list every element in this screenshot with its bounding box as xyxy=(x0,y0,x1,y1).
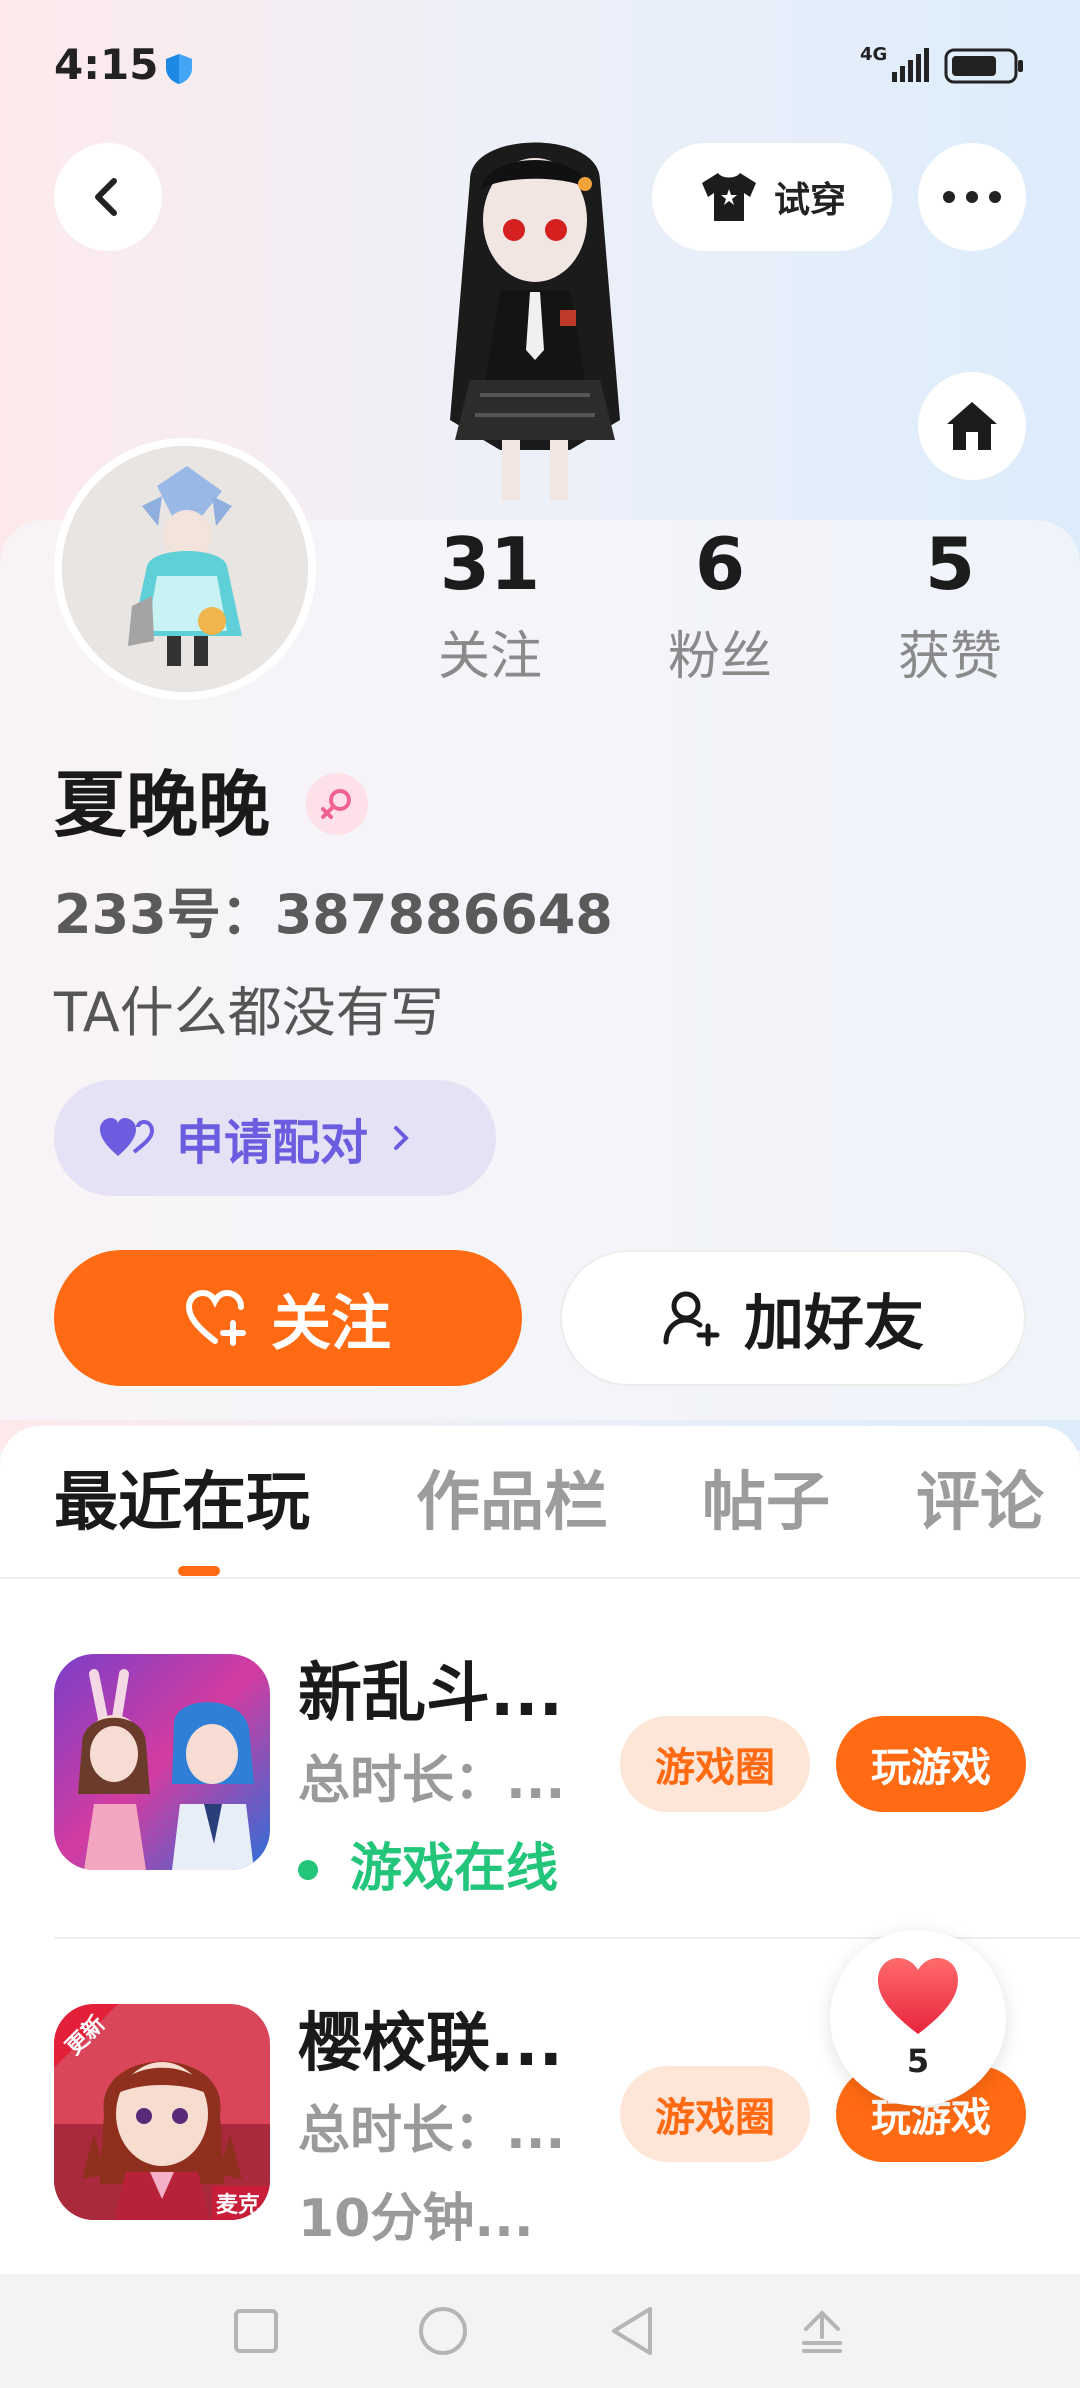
avatar[interactable] xyxy=(54,438,316,700)
back-triangle-icon[interactable] xyxy=(608,2305,656,2357)
game-cover-image: 更新 麦克 xyxy=(54,2004,270,2220)
hearts-icon xyxy=(100,1118,154,1156)
shield-icon xyxy=(166,54,192,84)
more-button[interactable] xyxy=(918,143,1026,251)
stat-label: 关注 xyxy=(437,627,542,687)
try-on-label: 试穿 xyxy=(773,180,846,221)
game-icon[interactable] xyxy=(54,1654,270,1870)
stat-value: 5 xyxy=(924,522,976,606)
nickname: 夏晚晚 xyxy=(54,763,271,847)
tab-posts[interactable]: 帖子 xyxy=(702,1460,830,1546)
mic-badge-text: 麦克 xyxy=(216,2192,260,2218)
follow-label: 关注 xyxy=(271,1288,391,1359)
user-id: 233号：387886648 xyxy=(54,883,613,946)
request-pair-label: 申请配对 xyxy=(176,1115,369,1171)
recent-apps-icon[interactable] xyxy=(233,2308,279,2354)
game-online-status: 游戏在线 xyxy=(298,1834,558,1904)
game-duration: 总时长：... xyxy=(298,1751,566,1811)
more-dots-icon xyxy=(943,191,1001,203)
game-play-time: 10分钟... xyxy=(298,2189,534,2249)
game-circle-button[interactable]: 游戏圈 xyxy=(620,1716,810,1812)
bio: TA什么都没有写 xyxy=(54,981,444,1044)
play-game-button[interactable]: 玩游戏 xyxy=(836,1716,1026,1812)
avatar-character-image xyxy=(450,142,620,500)
floating-like-button[interactable]: 5 xyxy=(830,1930,1006,2106)
game-circle-button[interactable]: 游戏圈 xyxy=(620,2066,810,2162)
chevron-right-icon xyxy=(394,1126,409,1150)
status-bar: 4:15 4G xyxy=(0,0,1080,130)
keyboard-toggle-icon[interactable] xyxy=(800,2307,844,2355)
request-pair-button[interactable]: 申请配对 xyxy=(54,1080,496,1196)
stat-value: 6 xyxy=(694,522,746,606)
active-tab-indicator xyxy=(178,1566,220,1576)
add-user-icon xyxy=(663,1291,720,1347)
stat-label: 粉丝 xyxy=(667,627,772,687)
game-icon[interactable]: 更新 麦克 xyxy=(54,2004,270,2220)
home-icon xyxy=(947,402,997,450)
status-time: 4:15 xyxy=(54,40,159,89)
chevron-left-icon xyxy=(95,178,117,216)
home-circle-icon[interactable] xyxy=(417,2305,469,2357)
network-label: 4G xyxy=(860,44,888,65)
add-friend-button[interactable]: 加好友 xyxy=(560,1250,1026,1386)
gender-badge xyxy=(306,773,368,835)
stat-following[interactable]: 31 关注 xyxy=(400,520,580,692)
heart-icon xyxy=(878,1958,958,2034)
online-status-label: 游戏在线 xyxy=(350,1839,559,1899)
game-title: 樱校联... xyxy=(298,2007,563,2081)
tab-works[interactable]: 作品栏 xyxy=(416,1460,608,1546)
battery-icon xyxy=(944,48,1023,84)
add-friend-label: 加好友 xyxy=(744,1288,924,1359)
signal-icon xyxy=(892,48,929,82)
game-title: 新乱斗... xyxy=(298,1657,563,1731)
tab-recent-play[interactable]: 最近在玩 xyxy=(54,1460,310,1546)
online-dot xyxy=(298,1860,318,1880)
follow-button[interactable]: 关注 xyxy=(54,1250,522,1386)
back-button[interactable] xyxy=(54,143,162,251)
avatar-figure-image xyxy=(62,446,308,692)
like-count: 5 xyxy=(906,2042,930,2080)
tabs-divider xyxy=(0,1577,1080,1579)
stat-value: 31 xyxy=(439,522,541,606)
stat-label: 获赞 xyxy=(897,627,1002,687)
tshirt-icon xyxy=(701,173,756,221)
game-duration: 总时长：... xyxy=(298,2101,566,2161)
game-cover-image xyxy=(54,1654,270,1870)
female-icon xyxy=(321,789,351,819)
tab-comments[interactable]: 评论 xyxy=(916,1460,1044,1546)
stat-likes[interactable]: 5 获赞 xyxy=(860,520,1040,692)
try-on-button[interactable]: 试穿 xyxy=(652,143,892,251)
stat-fans[interactable]: 6 粉丝 xyxy=(630,520,810,692)
system-nav-bar xyxy=(0,2274,1080,2388)
heart-plus-icon xyxy=(185,1289,246,1346)
game-row[interactable]: 新乱斗... 总时长：... 游戏在线 游戏圈 玩游戏 xyxy=(0,1654,1080,1899)
home-button[interactable] xyxy=(918,372,1026,480)
